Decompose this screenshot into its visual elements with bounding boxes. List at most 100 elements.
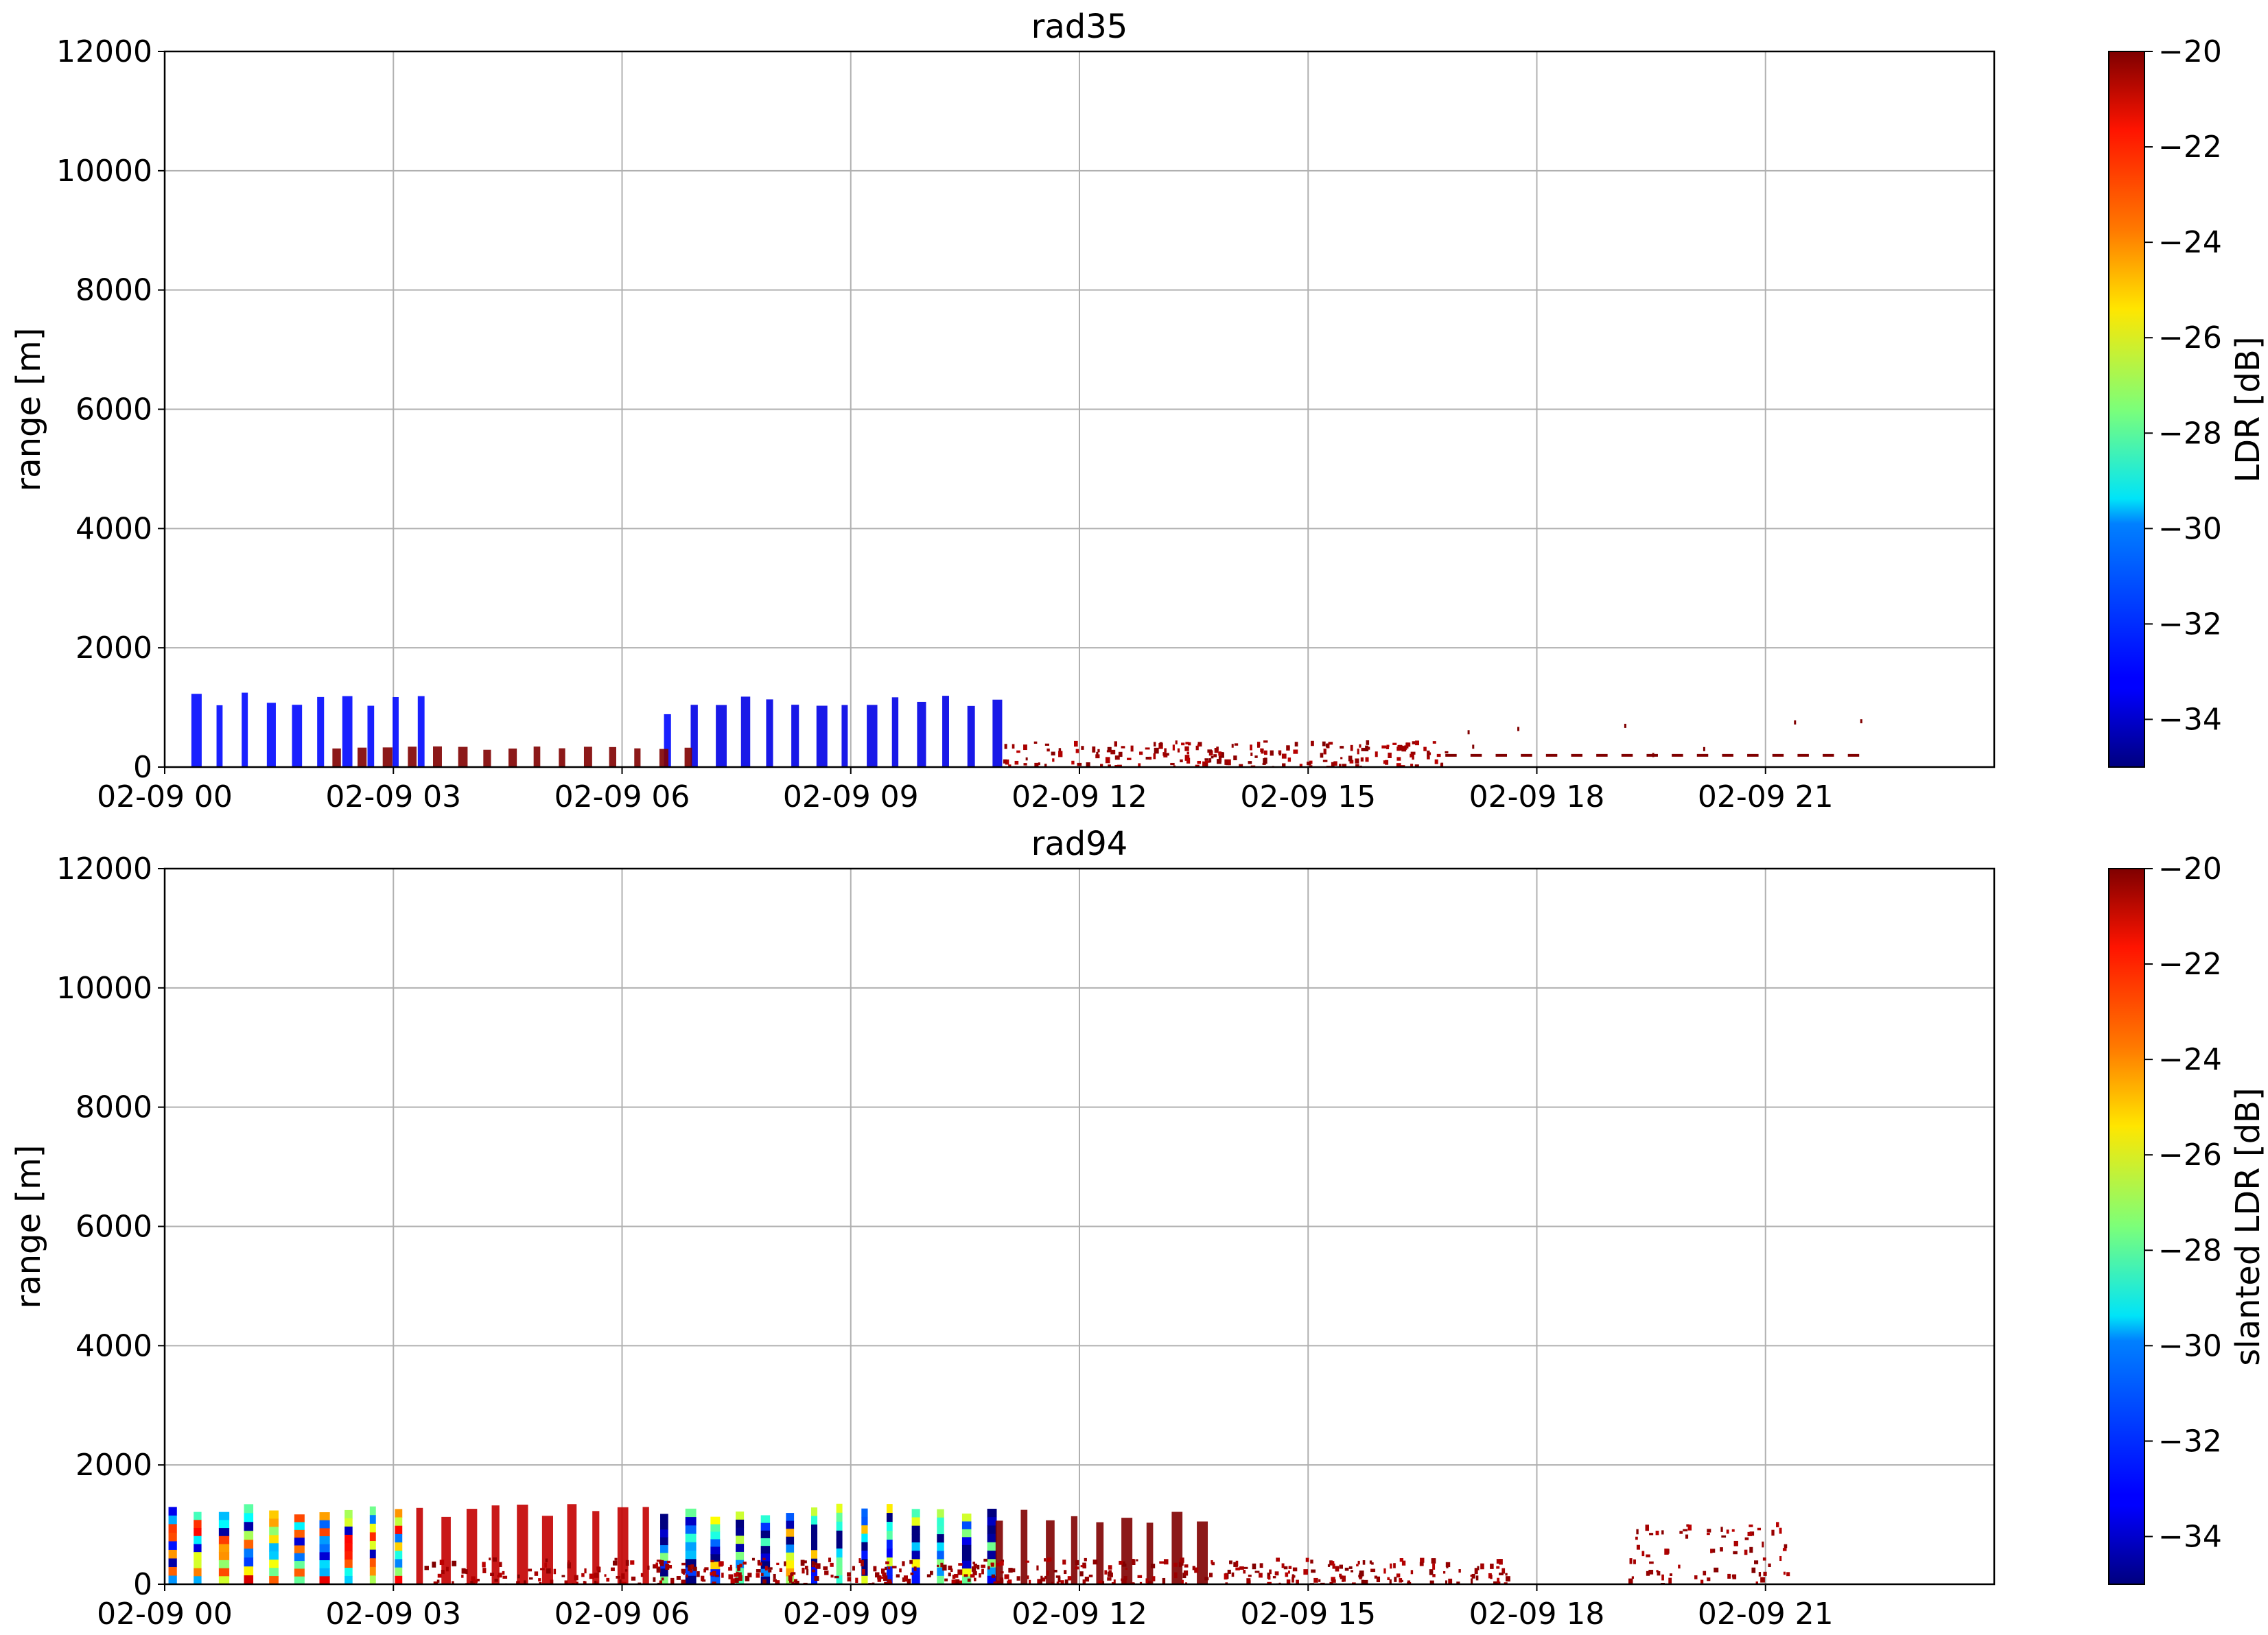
y-tick-label: 2000: [75, 631, 152, 666]
data-cell: [1313, 1577, 1318, 1583]
data-cell: [609, 746, 616, 767]
data-cell: [861, 1508, 868, 1518]
data-cell: [665, 1564, 670, 1570]
data-cell: [1243, 1566, 1248, 1569]
data-cell: [1092, 746, 1096, 753]
data-cell: [1758, 1572, 1762, 1577]
data-cell: [786, 1560, 795, 1569]
data-cell: [862, 1568, 865, 1575]
data-cell: [168, 1575, 177, 1584]
data-cell: [1287, 757, 1291, 762]
data-cell: [1383, 1568, 1386, 1574]
data-cell: [567, 1504, 577, 1584]
data-cell: [814, 1576, 818, 1579]
data-cell: [581, 1573, 585, 1577]
data-cell: [1204, 758, 1209, 761]
data-cell: [836, 1503, 843, 1514]
data-cell: [1359, 1571, 1364, 1577]
data-cell: [544, 1562, 548, 1568]
data-cell: [1004, 1574, 1009, 1579]
data-cell: [1185, 1582, 1188, 1584]
data-cell: [369, 1549, 376, 1559]
data-cell: [395, 1509, 403, 1518]
data-cell: [294, 1576, 305, 1584]
data-cell: [836, 1566, 843, 1576]
data-cell: [1132, 1558, 1134, 1565]
data-cell: [358, 747, 367, 767]
data-cell: [218, 1512, 230, 1520]
data-cell: [1744, 1549, 1748, 1555]
data-cell: [1571, 753, 1582, 757]
data-cell: [168, 1532, 177, 1542]
data-cell: [546, 1568, 551, 1574]
data-cell: [1517, 727, 1520, 731]
data-cell: [1471, 1578, 1473, 1584]
panel-rad94: 020004000600080001000012000 02-09 00 02-0…: [10, 825, 2267, 1632]
data-cell: [194, 1536, 202, 1544]
data-cell: [1292, 1567, 1298, 1572]
data-cell: [676, 1576, 681, 1580]
data-cell: [1243, 1569, 1246, 1574]
data-cell: [861, 1560, 864, 1566]
data-cell: [1305, 1557, 1309, 1562]
data-cell: [891, 1566, 897, 1568]
data-cell: [810, 1524, 818, 1533]
data-cell: [911, 1575, 920, 1584]
data-cell: [1110, 749, 1116, 755]
data-cell: [194, 1544, 202, 1553]
x-tick-label: 02-09 00: [97, 1597, 233, 1632]
data-cell: [482, 1562, 486, 1568]
data-cell: [1720, 1527, 1723, 1532]
data-cell: [168, 1515, 177, 1525]
data-cell: [987, 1508, 997, 1518]
data-cell: [720, 1561, 724, 1566]
data-cell: [194, 1512, 202, 1520]
data-cell: [1250, 752, 1253, 756]
data-cell: [784, 1561, 786, 1566]
data-cell: [1060, 1580, 1064, 1584]
data-cell: [1025, 757, 1028, 761]
data-cell: [685, 1508, 697, 1518]
data-cell: [1208, 1573, 1213, 1577]
data-cell: [1250, 744, 1252, 751]
data-cell: [1726, 1529, 1729, 1534]
data-cell: [168, 1558, 177, 1568]
data-cell: [681, 1569, 686, 1572]
data-cell: [642, 1507, 649, 1584]
data-cell: [1254, 755, 1258, 758]
data-cell: [1432, 741, 1436, 744]
data-cell: [1173, 1572, 1178, 1579]
data-cell: [786, 1536, 795, 1545]
x-tick-label: 02-09 09: [783, 779, 919, 814]
data-cell: [911, 1533, 920, 1543]
data-cell: [659, 1560, 664, 1566]
data-cell: [344, 1509, 353, 1519]
data-cell: [1744, 1537, 1749, 1540]
data-cell: [911, 1559, 920, 1568]
data-cell: [1664, 1549, 1669, 1555]
data-cell: [269, 1568, 279, 1577]
data-cell: [1322, 760, 1328, 762]
data-cell: [875, 1572, 880, 1578]
data-cell: [1307, 762, 1311, 766]
data-cell: [1153, 753, 1156, 760]
data-cell: [168, 1541, 177, 1551]
data-cell: [715, 1575, 719, 1577]
data-cell: [891, 697, 899, 767]
data-cell: [1154, 747, 1159, 754]
data-cell: [1023, 744, 1027, 751]
data-cell: [194, 1560, 202, 1569]
data-cell: [1727, 1573, 1731, 1579]
data-cell: [1075, 1560, 1079, 1566]
data-cell: [1118, 751, 1123, 757]
data-cell: [408, 746, 417, 767]
data-cell: [913, 1566, 917, 1571]
data-cell: [367, 705, 375, 767]
data-cell: [218, 1536, 230, 1544]
data-cell: [942, 696, 949, 767]
data-cell: [1648, 1569, 1654, 1575]
grid-lines: [165, 51, 1994, 767]
data-cell: [244, 1575, 254, 1584]
data-cell: [937, 1551, 944, 1560]
data-cell: [1071, 1516, 1078, 1584]
